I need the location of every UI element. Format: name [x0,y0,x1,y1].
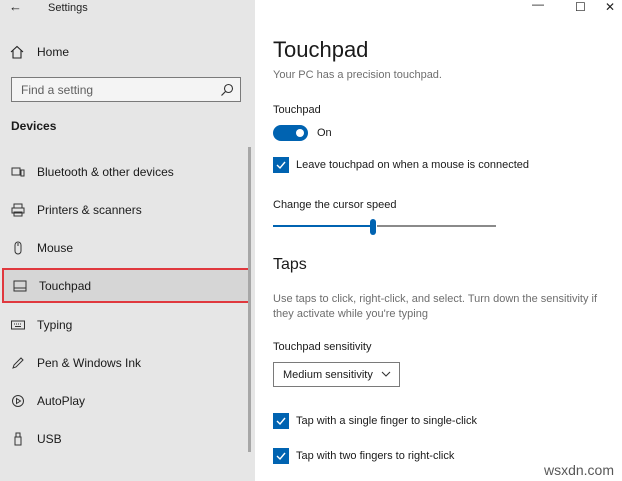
sidebar-item-bluetooth[interactable]: Bluetooth & other devices [0,156,255,188]
touchpad-icon [12,278,28,294]
home-icon [10,45,24,59]
cursor-speed-slider[interactable] [273,219,496,235]
taps-description: Use taps to click, right-click, and sele… [273,293,598,320]
checkmark-icon [276,417,286,426]
sidebar-item-label: Mouse [37,241,74,255]
touchpad-toggle[interactable] [273,125,308,141]
cursor-speed-label: Change the cursor speed [273,199,397,211]
sidebar-scrollbar[interactable] [248,147,251,452]
single-tap-checkbox-row[interactable]: Tap with a single finger to single-click [273,413,477,429]
printer-icon [10,202,26,218]
single-tap-label: Tap with a single finger to single-click [296,415,477,427]
watermark-text: wsxdn.com [543,462,614,478]
sidebar-item-label: USB [37,432,62,446]
toggle-state-text: On [317,127,332,139]
sidebar-item-label: Pen & Windows Ink [37,356,142,370]
sidebar-item-touchpad[interactable]: Touchpad [2,268,250,303]
sidebar-item-autoplay[interactable]: AutoPlay [0,385,255,417]
mouse-icon [10,240,26,256]
bluetooth-icon [10,164,26,180]
sidebar-item-typing[interactable]: Typing [0,309,255,341]
taps-heading: Taps [273,256,307,273]
autoplay-icon [10,393,26,409]
sidebar-item-label: Touchpad [39,278,92,293]
leave-on-checkbox-row[interactable]: Leave touchpad on when a mouse is connec… [273,157,529,173]
search-input[interactable] [21,82,206,97]
slider-track [377,225,496,227]
single-tap-checkbox[interactable] [273,413,289,429]
toggle-knob [296,129,304,137]
sensitivity-value: Medium sensitivity [283,368,373,381]
leave-on-label: Leave touchpad on when a mouse is connec… [296,159,529,171]
sidebar-item-mouse[interactable]: Mouse [0,232,255,264]
search-icon[interactable] [220,83,234,97]
sensitivity-dropdown[interactable]: Medium sensitivity [273,362,400,387]
keyboard-icon [10,317,26,333]
sidebar-item-printers[interactable]: Printers & scanners [0,194,255,226]
sidebar-item-pen[interactable]: Pen & Windows Ink [0,347,255,379]
two-finger-checkbox[interactable] [273,448,289,464]
pen-icon [10,355,26,371]
slider-thumb[interactable] [370,219,376,235]
page-title: Touchpad [273,37,369,62]
sidebar-item-label: Printers & scanners [37,203,142,217]
usb-icon [10,431,26,447]
search-box[interactable] [11,77,241,102]
sidebar-item-label: AutoPlay [37,394,86,408]
window-title: Settings [48,2,88,14]
sensitivity-label: Touchpad sensitivity [273,341,372,353]
back-button[interactable]: ← [9,0,29,14]
slider-fill [273,225,371,227]
leave-on-checkbox[interactable] [273,157,289,173]
two-finger-checkbox-row[interactable]: Tap with two fingers to right-click [273,448,454,464]
chevron-down-icon [381,371,391,377]
checkmark-icon [276,452,286,461]
two-finger-label: Tap with two fingers to right-click [296,450,455,462]
page-subtitle: Your PC has a precision touchpad. [273,69,442,81]
home-nav-item[interactable]: Home [10,42,69,62]
sidebar-item-label: Bluetooth & other devices [37,165,174,179]
sidebar-item-usb[interactable]: USB [0,423,255,455]
home-label: Home [37,45,70,59]
checkmark-icon [276,161,286,170]
section-title-devices: Devices [11,119,57,133]
main-content: Touchpad Your PC has a precision touchpa… [255,0,622,481]
touchpad-toggle-label: Touchpad [273,104,321,116]
sidebar: ← Settings Home Devices Bluetooth & othe… [0,0,255,481]
sidebar-item-label: Typing [37,318,73,332]
